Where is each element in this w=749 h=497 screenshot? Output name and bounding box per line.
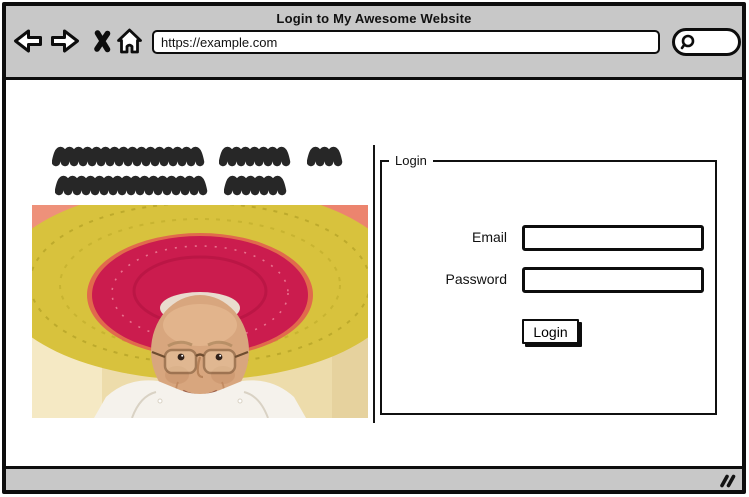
browser-window: Login to My Awesome Website https://exam… [2, 2, 746, 494]
close-x-icon [94, 30, 111, 53]
url-text: https://example.com [161, 34, 278, 50]
url-bar[interactable]: https://example.com [152, 30, 660, 54]
resize-grip-icon[interactable] [718, 472, 736, 489]
scribble-row [55, 170, 347, 196]
login-legend: Login [395, 153, 427, 168]
login-button[interactable]: Login [522, 319, 579, 344]
back-button[interactable] [12, 27, 43, 55]
browser-titlebar: Login to My Awesome Website https://exam… [6, 6, 742, 80]
forward-button[interactable] [50, 27, 81, 55]
window-title: Login to My Awesome Website [276, 11, 472, 26]
forward-arrow-icon [51, 29, 79, 53]
photo-elderly-woman-sombrero [32, 205, 368, 418]
status-bar [6, 466, 742, 490]
close-button[interactable] [93, 27, 112, 55]
scribble-segment [224, 175, 287, 196]
back-arrow-icon [14, 29, 42, 53]
placeholder-text-scribble [52, 141, 347, 196]
scribble-segment [219, 146, 291, 167]
email-field[interactable] [522, 225, 704, 251]
home-icon [117, 28, 142, 54]
search-box[interactable] [672, 28, 741, 56]
home-button[interactable] [116, 27, 143, 55]
password-field[interactable] [522, 267, 704, 293]
scribble-segment [55, 175, 208, 196]
scribble-segment [52, 146, 205, 167]
content-divider [373, 145, 375, 423]
search-icon [680, 34, 695, 49]
scribble-row [52, 141, 347, 167]
page-content: Login Email Password Login [6, 80, 742, 466]
login-fieldset: Login Email Password Login [380, 153, 717, 415]
password-label: Password [445, 271, 507, 287]
email-label: Email [471, 229, 507, 245]
screenshot-root: Login to My Awesome Website https://exam… [0, 0, 749, 497]
scribble-segment [307, 146, 343, 167]
